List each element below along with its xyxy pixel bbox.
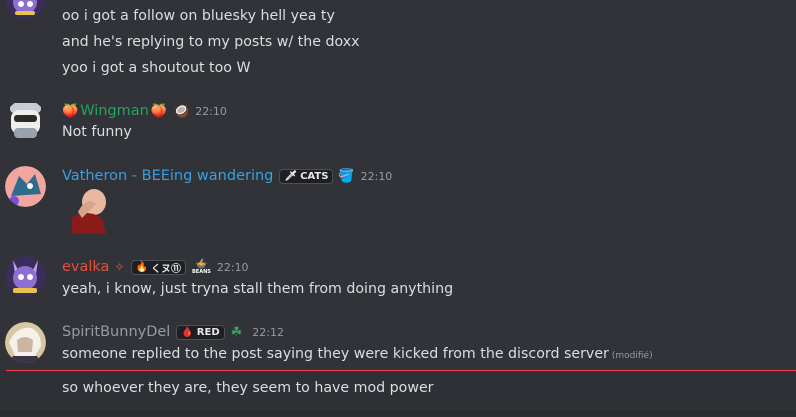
- username[interactable]: Vatheron - BEEing wandering: [62, 168, 273, 184]
- message-header: SpiritBunnyDel 🩸 RED ☘ 22:12: [62, 322, 284, 342]
- timestamp[interactable]: 22:10: [217, 261, 249, 274]
- avatar[interactable]: [5, 166, 46, 207]
- username[interactable]: Wingman: [80, 103, 149, 119]
- username[interactable]: SpiritBunnyDel: [62, 324, 170, 340]
- server-tag[interactable]: 🔥 くヌ⑪: [130, 259, 186, 275]
- message-line: and he's replying to my posts w/ the dox…: [62, 34, 360, 50]
- pot-icon: 🍲: [195, 258, 208, 270]
- fire-icon: 🔥: [135, 261, 148, 273]
- message-line: yoo i got a shoutout too W: [62, 60, 251, 76]
- edited-label: (modifié): [611, 351, 653, 361]
- username[interactable]: evalka: [62, 259, 109, 275]
- blood-drop-icon: 🩸: [181, 326, 194, 338]
- white-haired-character-avatar-icon: [5, 322, 46, 363]
- blue-creature-avatar-icon: [5, 166, 46, 207]
- avatar[interactable]: [5, 100, 46, 141]
- peach-icon: 🍑: [62, 103, 79, 119]
- sparkle-icon: ✧: [114, 260, 125, 274]
- server-tag-label: RED: [196, 326, 220, 338]
- message-text: someone replied to the post saying they …: [62, 346, 609, 362]
- purple-character-avatar-icon: [5, 0, 46, 19]
- message-header: 🍑 Wingman 🍑 🥥 22:10: [62, 101, 227, 121]
- message-line: Not funny: [62, 124, 132, 140]
- shamrock-badge-icon: ☘: [230, 324, 243, 340]
- bucket-badge-icon: 🪣: [338, 168, 355, 184]
- avatar[interactable]: [5, 0, 46, 19]
- message-header: evalka ✧ 🔥 くヌ⑪ 🍲 BEANS 22:10: [62, 257, 249, 277]
- message-header: Vatheron - BEEing wandering 🗡 CATS 🪣 22:…: [62, 166, 392, 186]
- timestamp[interactable]: 22:10: [361, 170, 393, 183]
- avatar[interactable]: [5, 256, 46, 297]
- server-tag[interactable]: 🗡 CATS: [279, 168, 334, 184]
- chat-bottom-edge: [0, 410, 796, 417]
- peach-icon: 🍑: [150, 103, 168, 119]
- message-line: oo i got a follow on bluesky hell yea ty: [62, 8, 335, 24]
- robot-helmet-avatar-icon: [5, 100, 46, 141]
- sword-icon: 🗡: [284, 170, 298, 182]
- purple-character-avatar-icon: [5, 256, 46, 297]
- server-tag-label: CATS: [300, 170, 329, 182]
- chat-message-list: oo i got a follow on bluesky hell yea ty…: [0, 0, 796, 417]
- coconut-badge-icon: 🥥: [173, 103, 190, 119]
- message-line: yeah, i know, just tryna stall them from…: [62, 281, 454, 297]
- timestamp[interactable]: 22:10: [195, 105, 227, 118]
- server-tag-label: くヌ⑪: [150, 263, 181, 275]
- beans-badge-label: BEANS: [191, 268, 211, 275]
- server-tag[interactable]: 🩸 RED: [176, 324, 225, 340]
- facepalm-image[interactable]: [62, 188, 110, 234]
- timestamp[interactable]: 22:12: [252, 326, 284, 339]
- beans-badge: 🍲 BEANS: [191, 258, 211, 275]
- message-line: someone replied to the post saying they …: [62, 344, 653, 366]
- avatar[interactable]: [5, 322, 46, 363]
- message-line: so whoever they are, they seem to have m…: [62, 380, 434, 396]
